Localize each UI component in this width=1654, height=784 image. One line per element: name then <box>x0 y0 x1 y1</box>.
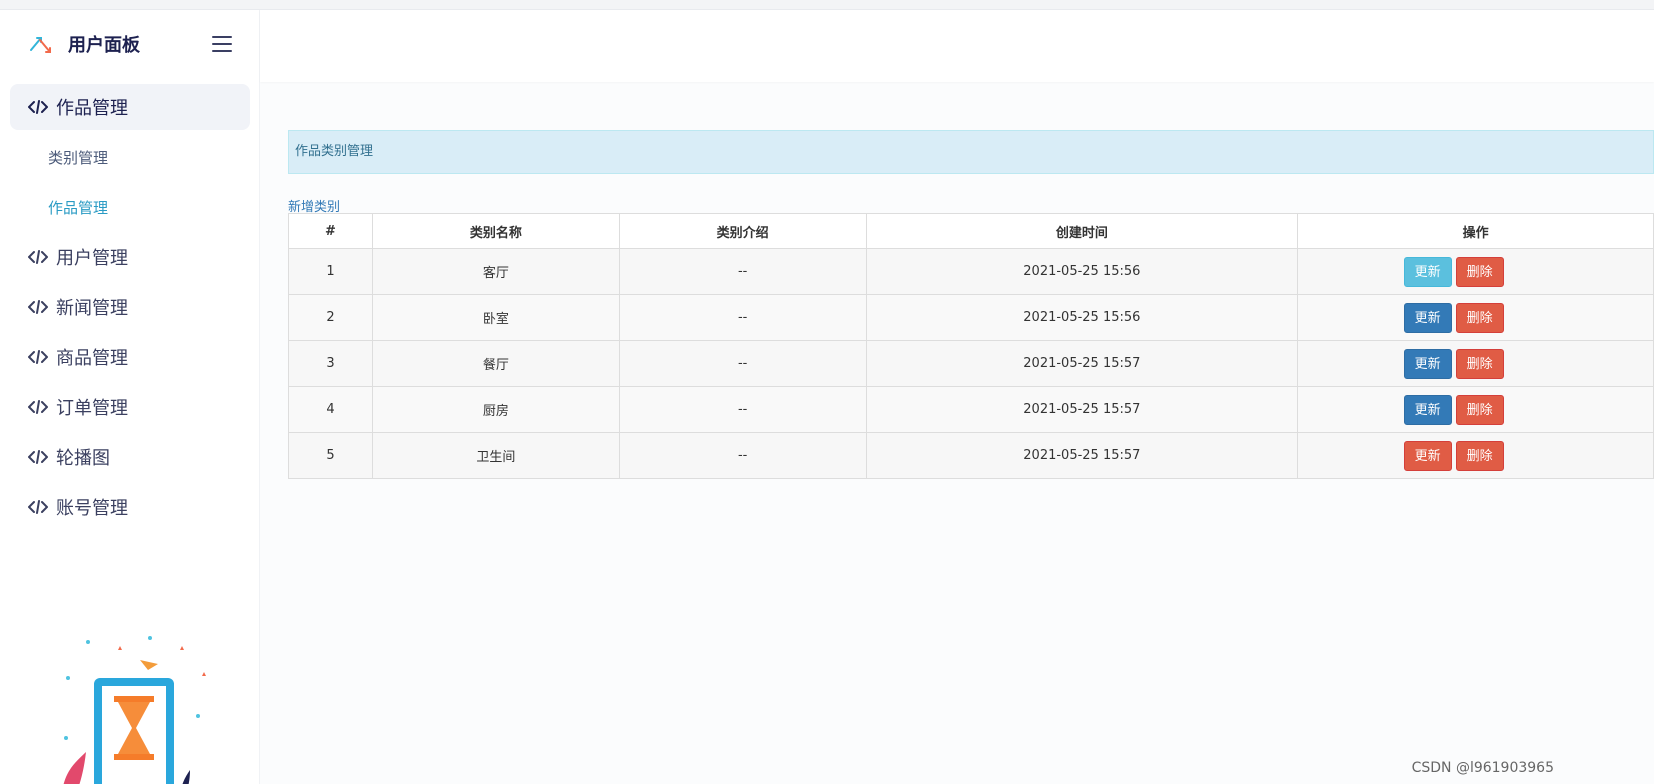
sidebar-item-products[interactable]: 商品管理 <box>10 334 250 380</box>
cell-num: 1 <box>288 248 373 295</box>
sidebar-item-works[interactable]: 作品管理 <box>10 84 250 130</box>
delete-button[interactable]: 删除 <box>1455 440 1504 471</box>
update-button[interactable]: 更新 <box>1403 348 1452 379</box>
column-header-desc: 类别介绍 <box>618 213 867 249</box>
table-row: 5 卫生间 -- 2021-05-25 15:57 更新 删除 <box>288 432 1654 479</box>
brand-arrows-icon <box>30 37 51 53</box>
sidebar-item-orders[interactable]: 订单管理 <box>10 384 250 430</box>
panel-title: 作品类别管理 <box>288 130 1654 174</box>
cell-name: 厨房 <box>371 386 620 433</box>
sidebar-item-label: 商品管理 <box>56 348 128 369</box>
sidebar-item-label: 订单管理 <box>56 398 128 419</box>
column-header-name: 类别名称 <box>371 213 620 249</box>
sidebar-item-label: 作品管理 <box>56 98 128 119</box>
code-icon <box>28 400 48 414</box>
main-content: 作品类别管理 新增类别 # 类别名称 类别介绍 创建时间 操作 1 客厅 -- … <box>260 10 1654 784</box>
column-header-num: # <box>288 213 373 249</box>
hamburger-icon[interactable] <box>212 36 232 52</box>
cell-num: 4 <box>288 386 373 433</box>
cell-desc: -- <box>618 432 867 479</box>
cell-created: 2021-05-25 15:57 <box>865 386 1299 433</box>
sidebar-item-label: 账号管理 <box>56 498 128 519</box>
top-header <box>260 10 1654 82</box>
update-button[interactable]: 更新 <box>1403 302 1452 333</box>
cell-num: 2 <box>288 294 373 341</box>
category-table: # 类别名称 类别介绍 创建时间 操作 1 客厅 -- 2021-05-25 1… <box>288 213 1654 479</box>
table-header-row: # 类别名称 类别介绍 创建时间 操作 <box>288 213 1654 249</box>
update-button[interactable]: 更新 <box>1403 256 1452 287</box>
cell-created: 2021-05-25 15:56 <box>865 294 1299 341</box>
sidebar-item-label: 新闻管理 <box>56 298 128 319</box>
sidebar-item-carousel[interactable]: 轮播图 <box>10 434 250 480</box>
delete-button[interactable]: 删除 <box>1455 302 1504 333</box>
cell-ops: 更新 删除 <box>1297 432 1654 479</box>
sidebar: 用户面板 作品管理 类别管理 作品管理 用户管理 新闻管理 商品管理 订单管理 <box>0 10 260 784</box>
delete-button[interactable]: 删除 <box>1455 256 1504 287</box>
code-icon <box>28 500 48 514</box>
update-button[interactable]: 更新 <box>1403 394 1452 425</box>
submenu-item-categories[interactable]: 类别管理 <box>10 134 250 180</box>
sidebar-item-label: 用户管理 <box>56 248 128 269</box>
cell-desc: -- <box>618 386 867 433</box>
cell-desc: -- <box>618 294 867 341</box>
cell-num: 5 <box>288 432 373 479</box>
cell-ops: 更新 删除 <box>1297 340 1654 387</box>
browser-top-strip <box>0 0 1654 10</box>
cell-desc: -- <box>618 248 867 295</box>
sidebar-item-news[interactable]: 新闻管理 <box>10 284 250 330</box>
code-icon <box>28 300 48 314</box>
cell-created: 2021-05-25 15:57 <box>865 432 1299 479</box>
cell-name: 卧室 <box>371 294 620 341</box>
cell-ops: 更新 删除 <box>1297 386 1654 433</box>
table-row: 2 卧室 -- 2021-05-25 15:56 更新 删除 <box>288 294 1654 341</box>
column-header-created: 创建时间 <box>865 213 1299 249</box>
cell-ops: 更新 删除 <box>1297 294 1654 341</box>
table-row: 1 客厅 -- 2021-05-25 15:56 更新 删除 <box>288 248 1654 295</box>
cell-ops: 更新 删除 <box>1297 248 1654 295</box>
table-row: 4 厨房 -- 2021-05-25 15:57 更新 删除 <box>288 386 1654 433</box>
sidebar-item-accounts[interactable]: 账号管理 <box>10 484 250 530</box>
update-button[interactable]: 更新 <box>1403 440 1452 471</box>
column-header-ops: 操作 <box>1297 213 1654 249</box>
brand[interactable]: 用户面板 <box>28 30 140 58</box>
watermark: CSDN @l961903965 <box>1411 760 1554 776</box>
code-icon <box>28 250 48 264</box>
sidebar-item-label: 轮播图 <box>56 448 110 469</box>
cell-created: 2021-05-25 15:57 <box>865 340 1299 387</box>
code-icon <box>28 100 48 114</box>
cell-name: 卫生间 <box>371 432 620 479</box>
cell-num: 3 <box>288 340 373 387</box>
cell-desc: -- <box>618 340 867 387</box>
brand-title: 用户面板 <box>68 35 140 56</box>
submenu-item-works[interactable]: 作品管理 <box>10 184 250 230</box>
code-icon <box>28 450 48 464</box>
delete-button[interactable]: 删除 <box>1455 348 1504 379</box>
table-row: 3 餐厅 -- 2021-05-25 15:57 更新 删除 <box>288 340 1654 387</box>
sidebar-menu: 作品管理 类别管理 作品管理 用户管理 新闻管理 商品管理 订单管理 轮播图 账… <box>10 84 250 534</box>
sidebar-item-users[interactable]: 用户管理 <box>10 234 250 280</box>
hourglass-illustration <box>63 636 206 784</box>
code-icon <box>28 350 48 364</box>
cell-name: 客厅 <box>371 248 620 295</box>
cell-created: 2021-05-25 15:56 <box>865 248 1299 295</box>
delete-button[interactable]: 删除 <box>1455 394 1504 425</box>
cell-name: 餐厅 <box>371 340 620 387</box>
